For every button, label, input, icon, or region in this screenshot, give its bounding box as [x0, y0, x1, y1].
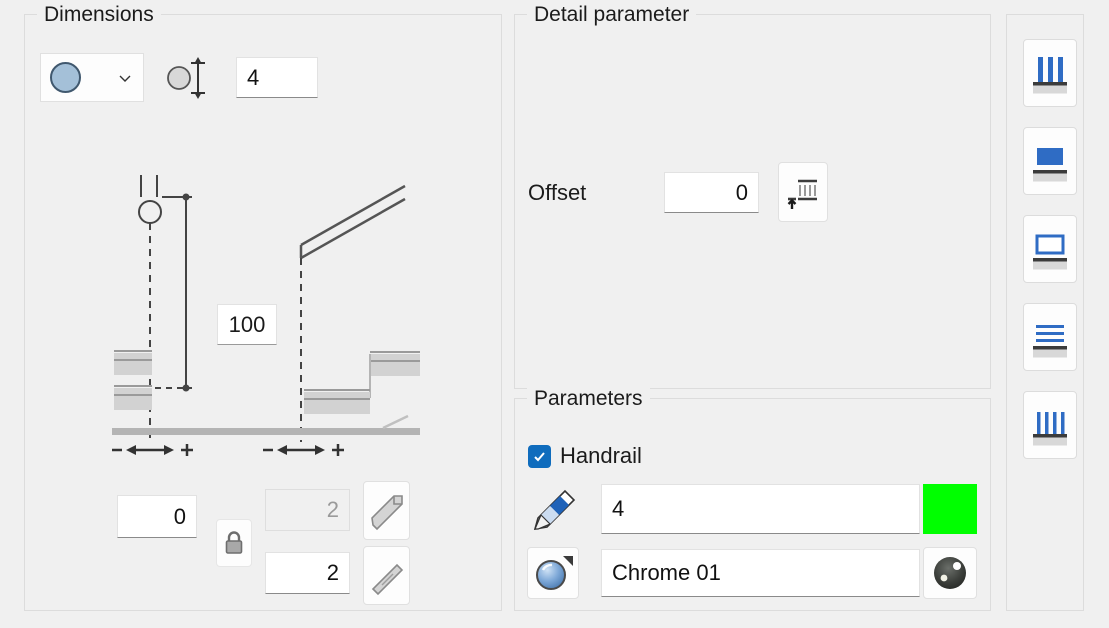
offset-reference-button[interactable] — [778, 162, 828, 222]
rail-size-input[interactable]: 4 — [601, 484, 920, 534]
height-dimension-value: 100 — [228, 311, 266, 337]
horizontal-rails-icon — [1033, 325, 1067, 358]
diameter-input[interactable]: 4 — [236, 57, 318, 98]
material-select-button[interactable] — [527, 547, 579, 599]
narrow-balusters-icon — [1033, 412, 1067, 446]
sloped-rail-button[interactable] — [363, 481, 410, 540]
circle-profile-swatch — [50, 62, 81, 93]
frame-panel-icon-button[interactable] — [1023, 215, 1077, 283]
rail-color-swatch[interactable] — [923, 484, 977, 534]
straight-rail-icon — [371, 563, 403, 595]
offset-a-value: 0 — [173, 503, 186, 529]
chrome-preview-button[interactable] — [923, 547, 977, 599]
sloped-rail-icon — [370, 494, 403, 530]
lock-toggle-button[interactable] — [216, 519, 252, 567]
rail-width-input[interactable]: 2 — [265, 552, 350, 594]
dimensions-group-title: Dimensions — [37, 2, 161, 27]
offset-value: 0 — [735, 179, 748, 205]
rail-size-value: 4 — [612, 496, 625, 521]
chrome-sphere-icon — [934, 557, 966, 589]
balusters-vertical-icon-button[interactable] — [1023, 39, 1077, 107]
rail-thickness-value: 2 — [326, 497, 339, 522]
height-dimension-input[interactable]: 100 — [217, 304, 277, 345]
material-sphere-icon — [536, 556, 573, 590]
balusters-vertical-icon — [1033, 57, 1067, 94]
horizontal-rails-icon-button[interactable] — [1023, 303, 1077, 371]
rail-style-toolbar — [1006, 14, 1084, 611]
straight-rail-button[interactable] — [363, 546, 410, 605]
lock-closed-icon — [225, 531, 243, 554]
profile-shape-select[interactable] — [40, 53, 144, 102]
material-name-value: Chrome 01 — [612, 560, 721, 585]
frame-panel-icon — [1033, 234, 1067, 270]
rail-width-value: 2 — [326, 560, 339, 585]
offset-input[interactable]: 0 — [664, 172, 759, 213]
detail-parameter-group-title: Detail parameter — [527, 2, 697, 27]
handrail-checkbox-row[interactable]: Handrail — [528, 443, 642, 469]
pencil-icon — [533, 489, 576, 530]
offset-a-input[interactable]: 0 — [117, 495, 197, 538]
offset-label: Offset — [528, 180, 587, 205]
solid-panel-icon — [1033, 148, 1067, 182]
parameters-group-title: Parameters — [527, 386, 650, 411]
rail-thickness-input-disabled: 2 — [265, 489, 350, 531]
solid-panel-icon-button[interactable] — [1023, 127, 1077, 195]
chevron-down-icon — [119, 75, 131, 82]
handrail-checkbox[interactable] — [528, 444, 551, 468]
parameter-dialog: Dimensions 4 100 0 2 2 Detail parameter … — [0, 0, 1109, 628]
check-icon — [534, 451, 545, 461]
diameter-input-value: 4 — [247, 64, 260, 90]
material-name-input[interactable]: Chrome 01 — [601, 549, 920, 597]
handrail-label: Handrail — [560, 443, 642, 468]
narrow-balusters-icon-button[interactable] — [1023, 391, 1077, 459]
diameter-dimension-icon — [167, 57, 205, 99]
offset-from-base-icon — [787, 179, 817, 209]
